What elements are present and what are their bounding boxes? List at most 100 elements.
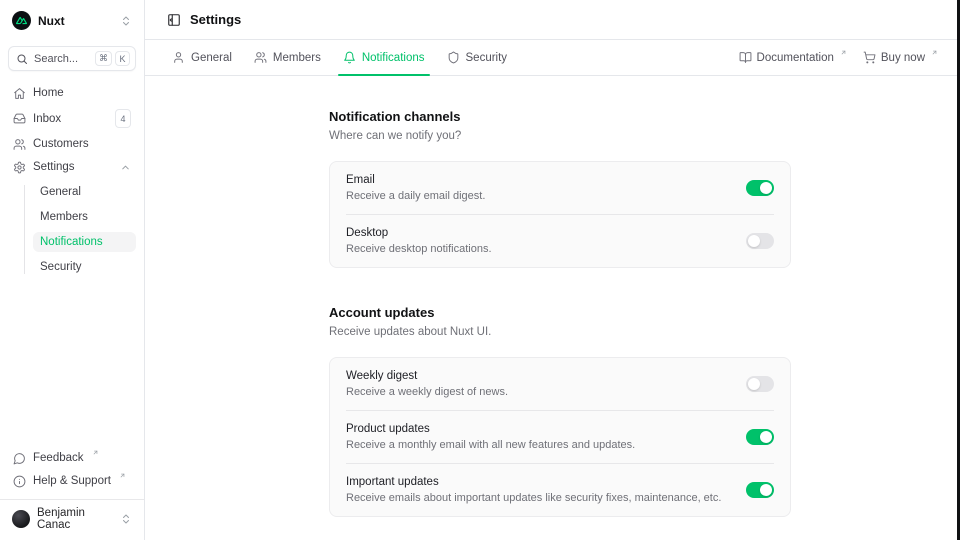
setting-text: Weekly digest Receive a weekly digest of… xyxy=(346,370,508,398)
setting-description: Receive a weekly digest of news. xyxy=(346,386,508,398)
toggle-knob xyxy=(748,378,760,390)
team-switcher[interactable]: Nuxt xyxy=(8,8,136,33)
section-description: Where can we notify you? xyxy=(329,130,791,142)
tab-label: General xyxy=(191,52,232,64)
section-description: Receive updates about Nuxt UI. xyxy=(329,326,791,338)
header-links: Documentation Buy now xyxy=(739,51,938,65)
bell-icon xyxy=(343,51,356,64)
tab-notifications[interactable]: Notifications xyxy=(338,40,430,75)
sidebar-item-label: Settings xyxy=(33,160,75,174)
section-title: Notification channels xyxy=(329,109,791,124)
sidebar-nav: Home Inbox 4 Customers Settings Gener xyxy=(8,84,136,277)
sidebar-item-label: Help & Support xyxy=(33,474,111,488)
sidebar: Nuxt Search... ⌘ K Home Inbox 4 xyxy=(0,0,145,540)
external-link-icon xyxy=(931,49,938,56)
tab-general[interactable]: General xyxy=(167,40,237,75)
setting-row-email: Email Receive a daily email digest. xyxy=(330,162,790,214)
important-updates-toggle[interactable] xyxy=(746,482,774,498)
setting-label: Important updates xyxy=(346,476,721,488)
section-notification-channels: Notification channels Where can we notif… xyxy=(329,109,791,268)
sidebar-spacer xyxy=(8,277,136,449)
setting-text: Desktop Receive desktop notifications. xyxy=(346,227,492,255)
sidebar-item-label: Inbox xyxy=(33,112,61,126)
setting-row-important-updates: Important updates Receive emails about i… xyxy=(330,464,790,516)
setting-text: Email Receive a daily email digest. xyxy=(346,174,485,202)
settings-card: Weekly digest Receive a weekly digest of… xyxy=(329,357,791,517)
setting-label: Desktop xyxy=(346,227,492,239)
sidebar-item-general[interactable]: General xyxy=(33,182,136,202)
main-panel: Settings General Members Notifications xyxy=(145,0,960,540)
weekly-digest-toggle[interactable] xyxy=(746,376,774,392)
user-menu[interactable]: Benjamin Canac xyxy=(8,500,136,534)
search-icon xyxy=(16,53,28,65)
buy-now-link[interactable]: Buy now xyxy=(863,51,938,65)
setting-label: Product updates xyxy=(346,423,635,435)
sidebar-item-inbox[interactable]: Inbox 4 xyxy=(8,107,136,130)
chevron-up-down-icon xyxy=(120,15,132,27)
external-link-icon xyxy=(92,449,99,456)
setting-label: Email xyxy=(346,174,485,186)
search-placeholder: Search... xyxy=(34,53,78,65)
settings-card: Email Receive a daily email digest. Desk… xyxy=(329,161,791,268)
gear-icon xyxy=(13,161,26,174)
sidebar-item-members[interactable]: Members xyxy=(33,207,136,227)
info-circle-icon xyxy=(13,475,26,488)
tab-security[interactable]: Security xyxy=(442,40,513,75)
page-header: Settings xyxy=(145,0,960,40)
chevron-up-down-icon xyxy=(120,513,132,525)
shield-icon xyxy=(447,51,460,64)
setting-row-weekly-digest: Weekly digest Receive a weekly digest of… xyxy=(330,358,790,410)
toggle-knob xyxy=(748,235,760,247)
email-toggle[interactable] xyxy=(746,180,774,196)
users-icon xyxy=(254,51,267,64)
inbox-icon xyxy=(13,112,26,125)
settings-subnav: General Members Notifications Security xyxy=(8,182,136,277)
sidebar-item-customers[interactable]: Customers xyxy=(8,135,136,153)
inbox-count-badge: 4 xyxy=(115,109,131,128)
desktop-toggle[interactable] xyxy=(746,233,774,249)
tabs-bar: General Members Notifications Security xyxy=(145,40,960,76)
setting-text: Important updates Receive emails about i… xyxy=(346,476,721,504)
book-open-icon xyxy=(739,51,752,64)
sidebar-item-settings[interactable]: Settings xyxy=(8,158,136,176)
tab-members[interactable]: Members xyxy=(249,40,326,75)
setting-description: Receive desktop notifications. xyxy=(346,243,492,255)
sidebar-item-home[interactable]: Home xyxy=(8,84,136,102)
setting-text: Product updates Receive a monthly email … xyxy=(346,423,635,451)
search-shortcut: ⌘ K xyxy=(95,51,130,66)
setting-description: Receive emails about important updates l… xyxy=(346,492,721,504)
product-updates-toggle[interactable] xyxy=(746,429,774,445)
toggle-knob xyxy=(760,182,772,194)
external-link-icon xyxy=(119,472,126,479)
toggle-knob xyxy=(760,431,772,443)
tab-label: Security xyxy=(466,52,508,64)
sidebar-item-feedback[interactable]: Feedback xyxy=(8,449,136,467)
kbd-k: K xyxy=(115,51,130,66)
link-label: Buy now xyxy=(881,51,925,65)
chevron-up-icon xyxy=(120,162,131,173)
users-icon xyxy=(13,138,26,151)
user-icon xyxy=(172,51,185,64)
chat-bubble-icon xyxy=(13,452,26,465)
nuxt-logo-icon xyxy=(12,11,31,30)
external-link-icon xyxy=(840,49,847,56)
page-title: Settings xyxy=(190,12,241,27)
search-input[interactable]: Search... ⌘ K xyxy=(8,46,136,71)
sidebar-item-help-support[interactable]: Help & Support xyxy=(8,472,136,490)
team-name: Nuxt xyxy=(38,14,65,28)
home-icon xyxy=(13,87,26,100)
sidebar-item-security[interactable]: Security xyxy=(33,257,136,277)
sidebar-collapse-icon[interactable] xyxy=(167,13,181,27)
section-title: Account updates xyxy=(329,305,791,320)
section-account-updates: Account updates Receive updates about Nu… xyxy=(329,305,791,517)
sidebar-item-notifications[interactable]: Notifications xyxy=(33,232,136,252)
tabs: General Members Notifications Security xyxy=(167,40,512,75)
tab-label: Notifications xyxy=(362,52,425,64)
kbd-meta: ⌘ xyxy=(95,51,112,66)
user-name: Benjamin Canac xyxy=(37,507,113,531)
link-label: Documentation xyxy=(757,51,834,65)
documentation-link[interactable]: Documentation xyxy=(739,51,847,65)
toggle-knob xyxy=(760,484,772,496)
avatar xyxy=(12,510,30,528)
setting-description: Receive a daily email digest. xyxy=(346,190,485,202)
